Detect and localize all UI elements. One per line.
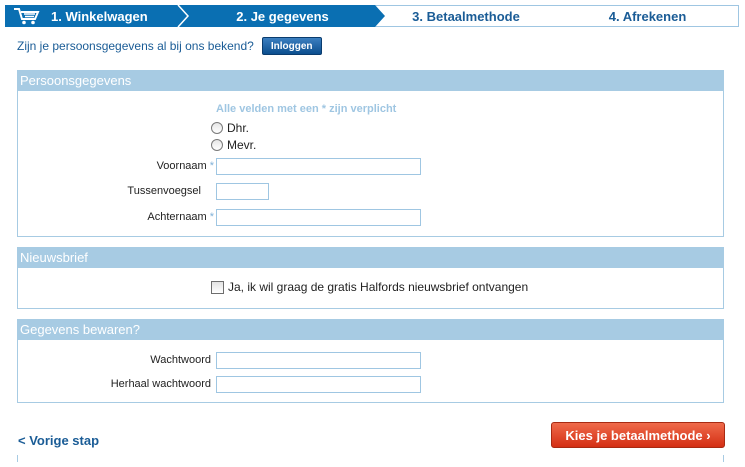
password-input[interactable] <box>216 352 421 369</box>
save-details-section: Gegevens bewaren? Wachtwoord Herhaal wac… <box>17 319 724 403</box>
step-label: 1. Winkelwagen <box>51 8 148 24</box>
login-prompt: Zijn je persoonsgegevens al bij ons beke… <box>17 37 322 55</box>
newsletter-opt-in[interactable]: Ja, ik wil graag de gratis Halfords nieu… <box>211 280 528 294</box>
radio-button[interactable] <box>211 122 223 134</box>
last-name-label: Achternaam * <box>147 211 214 223</box>
checkout-steps: 1. Winkelwagen 2. Je gegevens 3. Betaalm… <box>5 5 740 27</box>
step-cart[interactable]: 1. Winkelwagen <box>5 5 190 27</box>
salutation-mr[interactable]: Dhr. <box>211 121 249 135</box>
previous-step-link[interactable]: < Vorige stap <box>18 433 99 448</box>
required-note: Alle velden met een * zijn verplicht <box>216 103 397 115</box>
salutation-mrs[interactable]: Mevr. <box>211 138 256 152</box>
step-arrow-icon <box>375 5 385 27</box>
infix-label: Tussenvoegsel <box>127 185 201 197</box>
section-title: Persoonsgegevens <box>18 71 723 91</box>
first-name-input[interactable] <box>216 158 421 175</box>
newsletter-checkbox-label: Ja, ik wil graag de gratis Halfords nieu… <box>228 280 529 294</box>
radio-button[interactable] <box>211 139 223 151</box>
step-label: 2. Je gegevens <box>236 8 329 24</box>
infix-input[interactable] <box>216 183 269 200</box>
step-separator-icon <box>177 5 190 27</box>
last-name-input[interactable] <box>216 209 421 226</box>
newsletter-section: Nieuwsbrief Ja, ik wil graag de gratis H… <box>17 247 724 309</box>
cart-icon <box>13 7 41 25</box>
step-label: 4. Afrekenen <box>608 8 687 24</box>
password-label: Wachtwoord <box>150 354 211 366</box>
personal-details-section: Persoonsgegevens Alle velden met een * z… <box>17 70 724 237</box>
radio-label: Dhr. <box>227 121 250 135</box>
step-details: 2. Je gegevens <box>190 5 385 27</box>
login-prompt-text: Zijn je persoonsgegevens al bij ons beke… <box>17 39 254 53</box>
step-checkout: 4. Afrekenen <box>557 5 739 27</box>
newsletter-checkbox[interactable] <box>211 280 224 294</box>
password-repeat-label: Herhaal wachtwoord <box>110 378 211 390</box>
footer-border <box>17 455 18 462</box>
footer-border <box>723 455 724 462</box>
radio-label: Mevr. <box>227 138 257 152</box>
choose-payment-button[interactable]: Kies je betaalmethode › <box>551 422 725 448</box>
section-title: Nieuwsbrief <box>18 248 723 268</box>
step-label: 3. Betaalmethode <box>412 8 520 24</box>
section-title: Gegevens bewaren? <box>18 320 723 340</box>
login-button[interactable]: Inloggen <box>261 37 322 55</box>
step-payment: 3. Betaalmethode <box>375 5 557 27</box>
password-repeat-input[interactable] <box>216 376 421 393</box>
first-name-label: Voornaam * <box>156 160 214 172</box>
